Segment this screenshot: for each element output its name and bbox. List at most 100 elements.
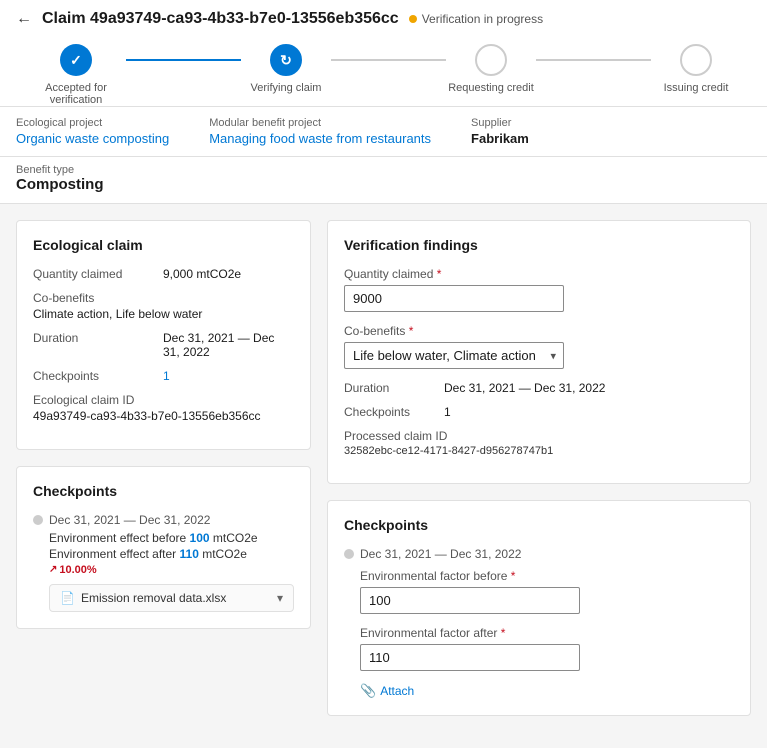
- status-label: Verification in progress: [422, 12, 543, 26]
- checkmark-icon: ✓: [70, 52, 82, 69]
- arrow-up-icon: ↗: [49, 564, 57, 575]
- connector-1: [126, 59, 241, 61]
- checkpoint-right-item: Dec 31, 2021 — Dec 31, 2022 Environmenta…: [344, 547, 734, 699]
- checkpoint-left-item: Dec 31, 2021 — Dec 31, 2022 Environment …: [33, 513, 294, 612]
- cobenefits-label: Co-benefits: [33, 291, 294, 305]
- claim-id-block: Ecological claim ID 49a93749-ca93-4b33-b…: [33, 393, 294, 423]
- vf-duration-label: Duration: [344, 381, 444, 395]
- env-after-label: Environmental factor after *: [360, 626, 734, 640]
- env-before-field: Environmental factor before *: [360, 569, 734, 614]
- header-top: ← Claim 49a93749-ca93-4b33-b7e0-13556eb3…: [16, 10, 751, 28]
- duration-label: Duration: [33, 331, 163, 345]
- step-issuing: Issuing credit: [651, 44, 741, 94]
- checkpoint-right-fields: Environmental factor before * Environmen…: [344, 569, 734, 699]
- status-badge: Verification in progress: [409, 12, 543, 26]
- cobenefits-value: Climate action, Life below water: [33, 307, 294, 321]
- quantity-value: 9,000 mtCO2e: [163, 267, 241, 281]
- step-circle-issuing: [680, 44, 712, 76]
- right-panel: Verification findings Quantity claimed *…: [327, 220, 751, 732]
- ecological-project-label: Ecological project: [16, 117, 169, 129]
- step-label-issuing: Issuing credit: [664, 82, 729, 94]
- ecological-claim-title: Ecological claim: [33, 237, 294, 253]
- step-circle-verifying: ↻: [270, 44, 302, 76]
- checkpoint-left-date: Dec 31, 2021 — Dec 31, 2022: [33, 513, 294, 527]
- quantity-row: Quantity claimed 9,000 mtCO2e: [33, 267, 294, 281]
- status-dot: [409, 15, 417, 23]
- chevron-down-icon: ▾: [277, 591, 283, 605]
- env-before-input[interactable]: [360, 587, 580, 614]
- checkpoint-right-list: Dec 31, 2021 — Dec 31, 2022 Environmenta…: [344, 547, 734, 699]
- required-star-cobenefits: *: [409, 324, 414, 338]
- checkpoint-right-date: Dec 31, 2021 — Dec 31, 2022: [344, 547, 734, 561]
- checkpoints-right-title: Checkpoints: [344, 517, 734, 533]
- header: ← Claim 49a93749-ca93-4b33-b7e0-13556eb3…: [0, 0, 767, 107]
- modular-benefit-label: Modular benefit project: [209, 117, 431, 129]
- required-star: *: [437, 267, 442, 281]
- vf-duration-value: Dec 31, 2021 — Dec 31, 2022: [444, 381, 605, 395]
- quantity-label: Quantity claimed: [33, 267, 163, 281]
- supplier-field: Supplier Fabrikam: [471, 117, 529, 146]
- file-attachment[interactable]: 📄 Emission removal data.xlsx ▾: [49, 584, 294, 612]
- verification-findings-title: Verification findings: [344, 237, 734, 253]
- checkpoints-label: Checkpoints: [33, 369, 163, 383]
- step-accepted: ✓ Accepted for verification: [26, 44, 126, 106]
- connector-2: [331, 59, 446, 61]
- claim-id-value: 49a93749-ca93-4b33-b7e0-13556eb356cc: [33, 409, 294, 423]
- vf-quantity-input[interactable]: [344, 285, 564, 312]
- vf-cobenefits-label: Co-benefits *: [344, 324, 734, 338]
- step-requesting: Requesting credit: [446, 44, 536, 94]
- step-circle-accepted: ✓: [60, 44, 92, 76]
- env-before-label: Environmental factor before *: [360, 569, 734, 583]
- stepper: ✓ Accepted for verification ↻ Verifying …: [16, 44, 751, 106]
- attach-button[interactable]: 📎 Attach: [360, 683, 414, 699]
- env-before-value: 100: [186, 531, 209, 545]
- duration-value: Dec 31, 2021 — Dec 31, 2022: [163, 331, 294, 359]
- env-before-line: Environment effect before 100 mtCO2e: [49, 531, 294, 545]
- checkpoints-left-title: Checkpoints: [33, 483, 294, 499]
- main-content: Ecological claim Quantity claimed 9,000 …: [0, 204, 767, 748]
- back-button[interactable]: ←: [16, 10, 32, 28]
- required-star-env-before: *: [511, 569, 516, 583]
- ecological-project-value[interactable]: Organic waste composting: [16, 131, 169, 146]
- claim-id: Claim 49a93749-ca93-4b33-b7e0-13556eb356…: [42, 10, 399, 28]
- vf-cobenefits-select[interactable]: Life below water, Climate action Climate…: [344, 342, 564, 369]
- connector-3: [536, 59, 651, 61]
- cobenefits-block: Co-benefits Climate action, Life below w…: [33, 291, 294, 321]
- vf-checkpoints-label: Checkpoints: [344, 405, 444, 419]
- file-name: 📄 Emission removal data.xlsx: [60, 591, 226, 605]
- step-label-verifying: Verifying claim: [251, 82, 322, 94]
- project-info: Ecological project Organic waste compost…: [0, 107, 767, 157]
- claim-id-label: Ecological claim ID: [33, 393, 294, 407]
- file-icon: 📄: [60, 591, 75, 605]
- checkpoints-right-card: Checkpoints Dec 31, 2021 — Dec 31, 2022 …: [327, 500, 751, 716]
- env-after-input[interactable]: [360, 644, 580, 671]
- vf-checkpoints-value: 1: [444, 405, 451, 419]
- vf-processed-id-label: Processed claim ID: [344, 429, 734, 443]
- vf-quantity-label: Quantity claimed *: [344, 267, 734, 281]
- step-circle-requesting: [475, 44, 507, 76]
- vf-duration-row: Duration Dec 31, 2021 — Dec 31, 2022: [344, 381, 734, 395]
- ecological-project-field: Ecological project Organic waste compost…: [16, 117, 169, 146]
- checkpoints-row: Checkpoints 1: [33, 369, 294, 383]
- step-label-requesting: Requesting credit: [448, 82, 534, 94]
- checkpoints-left-card: Checkpoints Dec 31, 2021 — Dec 31, 2022 …: [16, 466, 311, 629]
- modular-benefit-field: Modular benefit project Managing food wa…: [209, 117, 431, 146]
- vf-quantity-field: Quantity claimed *: [344, 267, 734, 312]
- duration-row: Duration Dec 31, 2021 — Dec 31, 2022: [33, 331, 294, 359]
- checkpoint-date-text: Dec 31, 2021 — Dec 31, 2022: [49, 513, 210, 527]
- vf-cobenefits-field: Co-benefits * Life below water, Climate …: [344, 324, 734, 369]
- modular-benefit-value[interactable]: Managing food waste from restaurants: [209, 131, 431, 146]
- vf-checkpoints-row: Checkpoints 1: [344, 405, 734, 419]
- vf-processed-id-value: 32582ebc-ce12-4171-8427-d956278747b1: [344, 445, 734, 457]
- refresh-icon: ↻: [280, 52, 292, 69]
- benefit-type-label: Benefit type: [16, 164, 74, 176]
- paperclip-icon: 📎: [360, 683, 376, 699]
- env-after-field: Environmental factor after *: [360, 626, 734, 671]
- vf-processed-id-block: Processed claim ID 32582ebc-ce12-4171-84…: [344, 429, 734, 457]
- benefit-type-value: Composting: [16, 176, 104, 193]
- left-panel: Ecological claim Quantity claimed 9,000 …: [16, 220, 311, 732]
- benefit-type-section: Benefit type Composting: [0, 157, 767, 204]
- supplier-label: Supplier: [471, 117, 529, 129]
- checkpoints-value: 1: [163, 369, 170, 383]
- checkpoint-left-details: Environment effect before 100 mtCO2e Env…: [33, 531, 294, 612]
